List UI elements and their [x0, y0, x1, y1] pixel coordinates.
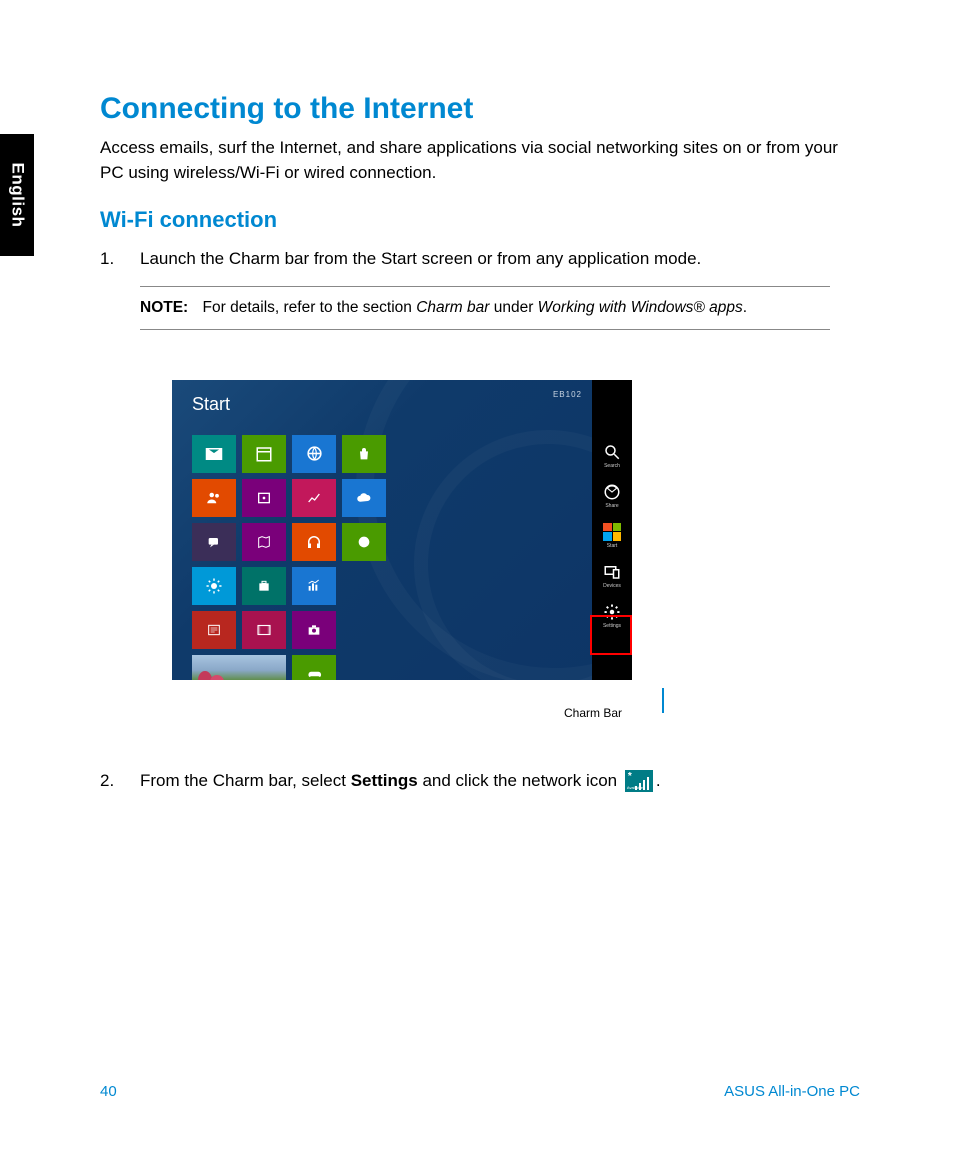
news-tile[interactable]	[192, 611, 236, 649]
headphones-icon	[305, 533, 323, 551]
note-italic-1: Charm bar	[416, 299, 489, 316]
controller-icon	[305, 665, 323, 680]
desktop-tile[interactable]	[192, 655, 286, 680]
step-1-text: Launch the Charm bar from the Start scre…	[140, 247, 701, 272]
start-screen-illustration: Start EB102	[172, 380, 632, 680]
charm-caption-wrap: Charm Bar	[172, 688, 632, 718]
charm-bar-caption: Charm Bar	[564, 706, 622, 720]
calendar-tile[interactable]	[242, 435, 286, 473]
step-1: 1. Launch the Charm bar from the Start s…	[100, 247, 860, 272]
suitcase-icon	[256, 578, 272, 594]
mail-tile[interactable]	[192, 435, 236, 473]
charm-settings-label: Settings	[603, 623, 621, 629]
calendar-icon	[255, 445, 273, 463]
step-2-bold: Settings	[351, 771, 418, 790]
camera-tile[interactable]	[292, 611, 336, 649]
sun-icon	[205, 577, 223, 595]
chart-tile[interactable]	[292, 567, 336, 605]
note-text-2: under	[489, 299, 537, 316]
page-content: Connecting to the Internet Access emails…	[100, 92, 860, 793]
devices-icon	[603, 563, 621, 581]
section-title: Wi-Fi connection	[100, 207, 860, 233]
charm-search-label: Search	[604, 463, 620, 469]
messaging-tile[interactable]	[192, 523, 236, 561]
charm-bar: Search Share Start Devices Settings	[592, 380, 632, 680]
share-icon	[603, 483, 621, 501]
charm-start-label: Start	[607, 543, 618, 549]
note-italic-2: Working with Windows® apps	[538, 299, 743, 316]
charm-share-label: Share	[605, 503, 618, 509]
store-tile[interactable]	[342, 435, 386, 473]
people-icon	[205, 489, 223, 507]
step-2-number: 2.	[100, 768, 140, 794]
photos-tile[interactable]	[242, 479, 286, 517]
note-text-1: For details, refer to the section	[203, 299, 417, 316]
network-available-label: Available	[627, 785, 643, 791]
step-1-number: 1.	[100, 247, 140, 272]
news-icon	[206, 622, 222, 638]
footer-brand: ASUS All-in-One PC	[724, 1083, 860, 1100]
chat-icon	[206, 534, 222, 550]
intro-paragraph: Access emails, surf the Internet, and sh…	[100, 136, 860, 185]
tile-grid	[192, 435, 386, 680]
people-tile[interactable]	[192, 479, 236, 517]
note-label: NOTE:	[140, 299, 188, 316]
page-footer: 40 ASUS All-in-One PC	[100, 1083, 860, 1100]
finance-icon	[306, 490, 322, 506]
map-icon	[256, 534, 272, 550]
step-2-c: .	[656, 771, 661, 790]
page-number: 40	[100, 1083, 117, 1100]
xbox-icon	[356, 534, 372, 550]
mail-icon	[205, 445, 223, 463]
charm-share[interactable]: Share	[592, 476, 632, 516]
video-tile[interactable]	[242, 611, 286, 649]
network-available-icon: Available	[625, 770, 653, 792]
camera-icon	[306, 622, 322, 638]
step-2: 2. From the Charm bar, select Settings a…	[100, 768, 860, 794]
store-icon	[356, 446, 372, 462]
charm-start[interactable]: Start	[592, 516, 632, 556]
windows-icon	[603, 523, 621, 541]
finance-tile[interactable]	[292, 479, 336, 517]
xbox-live-tile[interactable]	[342, 523, 386, 561]
step-2-b: and click the network icon	[418, 771, 622, 790]
charm-search[interactable]: Search	[592, 436, 632, 476]
search-icon	[603, 443, 621, 461]
gear-icon	[603, 603, 621, 621]
maps-tile[interactable]	[242, 523, 286, 561]
ie-icon	[305, 444, 324, 463]
charm-devices[interactable]: Devices	[592, 556, 632, 596]
music-tile[interactable]	[292, 523, 336, 561]
games-tile[interactable]	[292, 655, 336, 680]
bars-icon	[306, 578, 322, 594]
travel-tile[interactable]	[242, 567, 286, 605]
start-screen-title: Start	[192, 394, 230, 415]
step-2-text: From the Charm bar, select Settings and …	[140, 768, 661, 794]
film-icon	[255, 621, 273, 639]
language-label: English	[7, 163, 27, 228]
cloud-icon	[355, 489, 373, 507]
language-tab: English	[0, 134, 34, 256]
start-screen-id: EB102	[553, 390, 582, 399]
note-text-3: .	[743, 299, 747, 316]
charm-pointer-line	[662, 688, 664, 713]
photo-icon	[256, 490, 272, 506]
step-2-a: From the Charm bar, select	[140, 771, 351, 790]
charm-settings[interactable]: Settings	[592, 596, 632, 636]
note-box: NOTE: For details, refer to the section …	[140, 286, 830, 330]
charm-devices-label: Devices	[603, 583, 621, 589]
weather-tile[interactable]	[192, 567, 236, 605]
page-title: Connecting to the Internet	[100, 92, 860, 126]
ie-tile[interactable]	[292, 435, 336, 473]
skydrive-tile[interactable]	[342, 479, 386, 517]
